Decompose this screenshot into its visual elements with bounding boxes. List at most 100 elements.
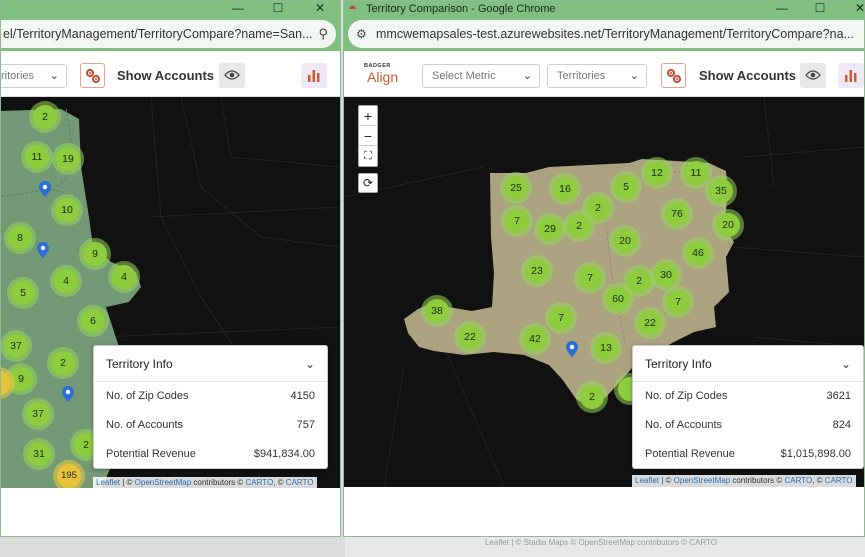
left-map[interactable]: 2 11 19 10 8 9 4 4 5 6 37 2 9 37 31 2 19… (1, 97, 340, 489)
right-map[interactable]: + − ⛶ ⟳ 25 16 2 5 12 11 35 7 29 2 76 20 … (344, 97, 864, 487)
cluster-marker[interactable]: 2 (47, 347, 79, 379)
close-icon[interactable]: ✕ (848, 1, 864, 17)
url-text: el/TerritoryManagement/TerritoryCompare?… (3, 27, 313, 41)
territory-select[interactable]: Territories ⌄ (547, 64, 647, 88)
cluster-marker[interactable]: 7 (545, 302, 577, 334)
territory-info-panel: Territory Info ⌄ No. of Zip Codes 3621 No… (632, 345, 864, 469)
right-titlebar: ⯊ Territory Comparison - Google Chrome —… (344, 1, 864, 17)
address-bar[interactable]: el/TerritoryManagement/TerritoryCompare?… (1, 20, 336, 48)
cluster-marker[interactable]: 8 (4, 222, 36, 254)
maximize-icon[interactable]: ☐ (808, 1, 832, 17)
cluster-marker[interactable]: 4 (108, 261, 140, 293)
bar-chart-icon (845, 70, 857, 82)
chevron-down-icon[interactable]: ⌄ (841, 346, 851, 382)
cluster-marker[interactable]: 2 (576, 381, 608, 413)
refresh-icon[interactable]: ⟳ (358, 173, 378, 193)
zoom-out-button[interactable]: − (359, 126, 377, 146)
cluster-marker[interactable]: 16 (549, 173, 581, 205)
cluster-marker[interactable]: 6 (77, 305, 109, 337)
info-row-revenue: Potential Revenue $941,834.00 (106, 448, 315, 460)
fullscreen-icon[interactable]: ⛶ (359, 146, 377, 166)
chart-button[interactable] (301, 63, 327, 88)
territory-info-header[interactable]: Territory Info ⌄ (94, 346, 327, 382)
cluster-marker[interactable]: 23 (521, 255, 553, 287)
cluster-marker[interactable]: 5 (610, 171, 642, 203)
address-bar[interactable]: ⚙ mmcwemapsales-test.azurewebsites.net/T… (348, 20, 864, 48)
carto-link[interactable]: CARTO (246, 478, 274, 487)
minimize-icon[interactable]: — (770, 1, 794, 17)
map-pin-icon[interactable] (566, 341, 578, 357)
cluster-marker[interactable]: 2 (29, 101, 61, 133)
cluster-marker[interactable]: 42 (519, 323, 551, 355)
cluster-marker[interactable]: 20 (712, 209, 744, 241)
info-row-accounts: No. of Accounts 757 (106, 419, 315, 431)
cluster-marker[interactable]: 37 (1, 330, 32, 362)
chart-button[interactable] (838, 63, 864, 88)
info-row-zip-codes: No. of Zip Codes 3621 (645, 390, 851, 402)
cluster-marker[interactable]: 22 (634, 307, 666, 339)
cluster-marker[interactable]: 22 (454, 321, 486, 353)
left-browser-window: — ☐ ✕ el/TerritoryManagement/TerritoryCo… (0, 0, 341, 537)
cluster-marker[interactable]: 195 (53, 460, 85, 489)
cluster-marker[interactable]: 20 (609, 225, 641, 257)
cluster-marker[interactable]: 4 (50, 265, 82, 297)
cluster-marker[interactable]: 11 (21, 141, 53, 173)
territory-route-button[interactable] (661, 63, 686, 88)
leaflet-link[interactable]: Leaflet (96, 478, 120, 487)
cluster-marker[interactable]: 7 (662, 286, 694, 318)
close-icon[interactable]: ✕ (308, 1, 332, 17)
cluster-marker[interactable]: 35 (705, 175, 737, 207)
zoom-icon[interactable]: ⚲ (318, 20, 328, 48)
show-accounts-label: Show Accounts (699, 68, 797, 83)
bar-chart-icon (308, 70, 320, 82)
cluster-marker[interactable]: 31 (23, 438, 55, 470)
map-pin-icon[interactable] (62, 386, 74, 402)
map-pin-icon[interactable] (39, 181, 51, 197)
maximize-icon[interactable]: ☐ (266, 1, 290, 17)
chevron-down-icon[interactable]: ⌄ (305, 346, 315, 382)
osm-link[interactable]: OpenStreetMap (135, 478, 191, 487)
cluster-marker[interactable]: 29 (534, 213, 566, 245)
cluster-marker[interactable]: 7 (574, 262, 606, 294)
chrome-favicon-icon: ⯊ (349, 4, 357, 14)
cluster-marker[interactable]: 25 (500, 172, 532, 204)
metric-select[interactable]: Select Metric ⌄ (422, 64, 540, 88)
info-row-zip-codes: No. of Zip Codes 4150 (106, 390, 315, 402)
cluster-marker[interactable]: 7 (501, 205, 533, 237)
cluster-marker[interactable]: 2 (563, 210, 595, 242)
cluster-marker[interactable]: 37 (22, 398, 54, 430)
carto-link[interactable]: CARTO (785, 476, 813, 485)
right-app-toolbar: BADGER Align Select Metric ⌄ Territories… (344, 51, 864, 97)
cluster-marker[interactable]: 13 (590, 332, 622, 364)
cluster-marker[interactable]: 76 (661, 198, 693, 230)
carto-link[interactable]: CARTO (286, 478, 314, 487)
carto-link[interactable]: CARTO (825, 476, 853, 485)
window-title: Territory Comparison - Google Chrome (366, 3, 556, 15)
cluster-marker[interactable]: 46 (682, 237, 714, 269)
url-text: mmcwemapsales-test.azurewebsites.net/Ter… (376, 27, 854, 41)
eye-icon (805, 70, 821, 80)
show-accounts-toggle[interactable] (219, 63, 245, 88)
cluster-marker[interactable]: 19 (52, 143, 84, 175)
cluster-marker[interactable]: 5 (7, 277, 39, 309)
territory-route-button[interactable] (80, 63, 105, 88)
zoom-in-button[interactable]: + (359, 106, 377, 126)
info-row-accounts: No. of Accounts 824 (645, 419, 851, 431)
cluster-marker[interactable]: 38 (421, 295, 453, 327)
zoom-control: + − ⛶ (358, 105, 378, 167)
route-icon (86, 69, 100, 83)
left-window-bottom (1, 488, 340, 536)
cluster-marker[interactable]: 10 (51, 194, 83, 226)
cluster-marker[interactable]: 12 (641, 157, 673, 189)
map-pin-icon[interactable] (37, 242, 49, 258)
cluster-marker[interactable]: 9 (79, 238, 111, 270)
site-info-icon[interactable]: ⚙ (356, 20, 367, 48)
route-icon (667, 69, 681, 83)
cluster-marker[interactable]: 60 (602, 283, 634, 315)
minimize-icon[interactable]: — (226, 1, 250, 17)
show-accounts-toggle[interactable] (800, 63, 826, 88)
osm-link[interactable]: OpenStreetMap (674, 476, 730, 485)
territory-select[interactable]: ritories ⌄ (1, 64, 67, 88)
leaflet-link[interactable]: Leaflet (635, 476, 659, 485)
territory-info-header[interactable]: Territory Info ⌄ (633, 346, 863, 382)
